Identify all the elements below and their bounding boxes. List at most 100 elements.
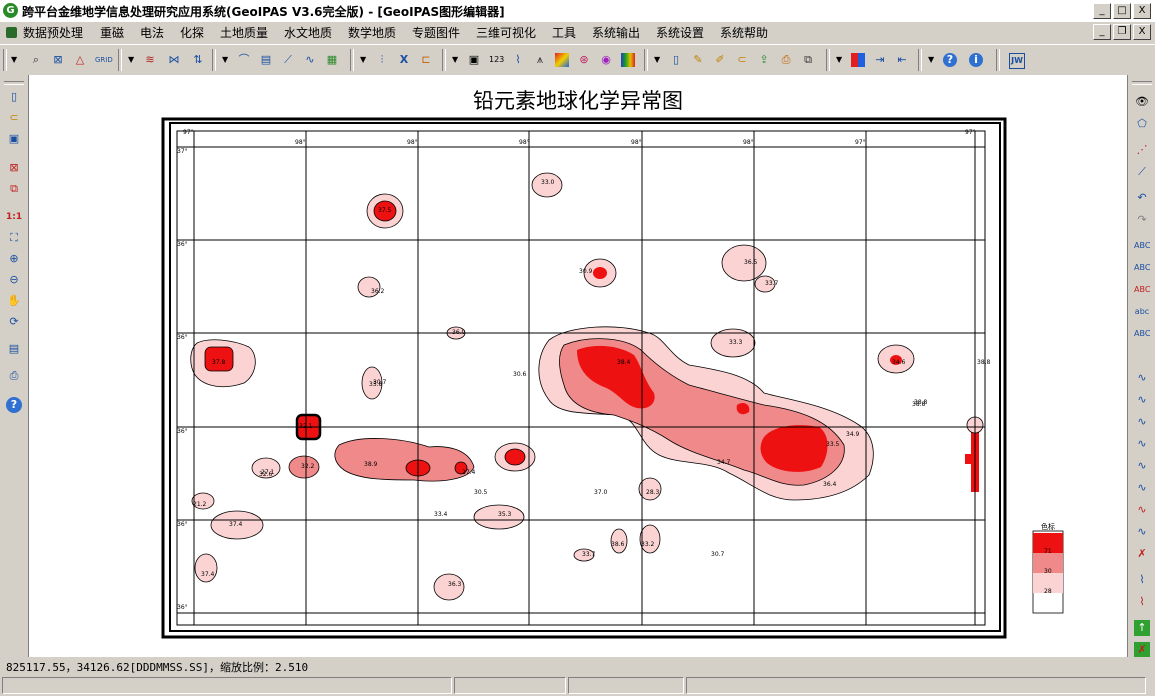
map-canvas[interactable]: 铅元素地球化学异常图 97° 98° 98° 98° 98° 98° 97° 9… [29, 75, 1127, 657]
surface-icon[interactable]: ▤ [256, 50, 276, 70]
grid-search-icon[interactable]: ⊠ [48, 50, 68, 70]
redo-icon[interactable]: ↷ [1133, 211, 1151, 229]
add-text-icon[interactable]: ABC [1133, 237, 1151, 255]
export-file-icon[interactable]: ⇤ [892, 50, 912, 70]
frame-icon[interactable]: ▣ [464, 50, 484, 70]
color-icon[interactable] [552, 50, 572, 70]
zoom-extent-icon[interactable]: ⛶ [5, 229, 23, 247]
minimize-button[interactable]: _ [1093, 3, 1111, 19]
mdi-restore-button[interactable]: ❐ [1113, 24, 1131, 40]
menu-electrical[interactable]: 电法 [140, 24, 164, 41]
menu-hydrogeology[interactable]: 水文地质 [284, 24, 332, 41]
curve-reverse-icon[interactable]: ∿ [1133, 523, 1151, 541]
palette-icon[interactable] [618, 50, 638, 70]
triangle-icon[interactable]: △ [70, 50, 90, 70]
fault-icon[interactable]: ⟋ [278, 50, 298, 70]
eye-icon[interactable]: 👁 [1133, 93, 1151, 111]
delete-text-icon[interactable]: ABC [1133, 281, 1151, 299]
number-icon[interactable]: 123 [486, 50, 506, 70]
line-edit-icon[interactable]: ⟋ [1133, 163, 1151, 181]
wave-icon[interactable]: ≋ [140, 50, 160, 70]
sphere-icon[interactable]: ◉ [596, 50, 616, 70]
curve-add-icon[interactable]: ∿ [1133, 369, 1151, 387]
layers-icon[interactable]: ▤ [5, 340, 23, 358]
region-delete-icon[interactable]: ⌇ [1133, 593, 1151, 611]
save-icon[interactable]: ▣ [5, 130, 23, 148]
menu-land-quality[interactable]: 土地质量 [220, 24, 268, 41]
anomaly-icon[interactable]: ⩚ [530, 50, 550, 70]
maximize-button[interactable]: □ [1113, 3, 1131, 19]
menu-tools[interactable]: 工具 [552, 24, 576, 41]
print-icon[interactable]: ⎙ [5, 367, 23, 385]
undo-icon[interactable]: ↶ [1133, 189, 1151, 207]
chevron-down-icon[interactable]: ▼ [836, 55, 842, 64]
contour-icon[interactable]: ⌕ [26, 50, 46, 70]
menu-gravity-magnetic[interactable]: 重磁 [100, 24, 124, 41]
table-icon[interactable]: ⊏ [416, 50, 436, 70]
menu-geochem[interactable]: 化探 [180, 24, 204, 41]
curve-delete-icon[interactable]: ∿ [1133, 501, 1151, 519]
chevron-down-icon[interactable]: ▼ [654, 55, 660, 64]
chevron-down-icon[interactable]: ▼ [360, 55, 366, 64]
blob-icon[interactable]: ⊛ [574, 50, 594, 70]
curve-smooth-icon[interactable]: ∿ [1133, 479, 1151, 497]
delete-layer-icon[interactable]: ⊠ [5, 159, 23, 177]
polygon-icon[interactable]: ⬠ [1133, 115, 1151, 133]
menu-settings[interactable]: 系统设置 [656, 24, 704, 41]
menu-data-preprocess[interactable]: 数据预处理 [6, 24, 83, 41]
curve-split-icon[interactable]: ∿ [1133, 435, 1151, 453]
filter-icon[interactable]: ⋈ [164, 50, 184, 70]
curve-icon[interactable]: ⌇ [508, 50, 528, 70]
zoom-in-icon[interactable]: ⊕ [5, 250, 23, 268]
legend-icon[interactable] [848, 50, 868, 70]
profile-icon[interactable]: ⌒ [234, 50, 254, 70]
map-icon[interactable]: ▦ [322, 50, 342, 70]
menu-output[interactable]: 系统输出 [592, 24, 640, 41]
curve-copy-icon[interactable]: ∿ [1133, 413, 1151, 431]
point-add-icon[interactable]: ↑ [1133, 619, 1151, 637]
rotate-text-icon[interactable]: ABC [1133, 325, 1151, 343]
chevron-down-icon[interactable]: ▼ [928, 55, 934, 64]
mdi-close-button[interactable]: X [1133, 24, 1151, 40]
copy-icon[interactable]: ⧉ [798, 50, 818, 70]
import-icon[interactable]: ⇥ [870, 50, 890, 70]
formula-icon[interactable]: ⫶ [372, 50, 392, 70]
help-icon[interactable]: ? [940, 50, 960, 70]
zoom-out-icon[interactable]: ⊖ [5, 271, 23, 289]
calc-icon[interactable]: ▯ [666, 50, 686, 70]
chevron-down-icon[interactable]: ▼ [452, 55, 458, 64]
new-file-icon[interactable]: ▯ [5, 88, 23, 106]
edit-icon[interactable]: ✐ [710, 50, 730, 70]
sigma-icon[interactable]: X [394, 50, 414, 70]
info-icon[interactable]: i [966, 50, 986, 70]
menu-3d-visual[interactable]: 三维可视化 [476, 24, 536, 41]
open-folder-icon[interactable]: ⊂ [5, 109, 23, 127]
help-icon[interactable]: ? [5, 396, 23, 414]
close-button[interactable]: X [1133, 3, 1151, 19]
print-icon[interactable]: ⎙ [776, 50, 796, 70]
pen-icon[interactable]: ✎ [688, 50, 708, 70]
region-add-icon[interactable]: ⌇ [1133, 571, 1151, 589]
jw-icon[interactable]: JW [1006, 50, 1026, 70]
menu-math-geology[interactable]: 数学地质 [348, 24, 396, 41]
curve-join-icon[interactable]: ∿ [1133, 457, 1151, 475]
curve-clear-icon[interactable]: ✗ [1133, 545, 1151, 563]
menu-thematic-maps[interactable]: 专题图件 [412, 24, 460, 41]
export-icon[interactable]: ⇪ [754, 50, 774, 70]
sort-icon[interactable]: ⇅ [188, 50, 208, 70]
delete-all-icon[interactable]: ⧉ [5, 180, 23, 198]
open-icon[interactable]: ⊂ [732, 50, 752, 70]
curve-move-icon[interactable]: ∿ [1133, 391, 1151, 409]
mdi-minimize-button[interactable]: _ [1093, 24, 1111, 40]
chevron-down-icon[interactable]: ▼ [222, 55, 228, 64]
chevron-down-icon[interactable]: ▼ [128, 55, 134, 64]
menu-help[interactable]: 系统帮助 [720, 24, 768, 41]
hist-icon[interactable]: ∿ [300, 50, 320, 70]
zoom-1to1-icon[interactable]: 1:1 [5, 208, 23, 226]
refresh-icon[interactable]: ⟳ [5, 313, 23, 331]
chevron-down-icon[interactable]: ▼ [11, 55, 17, 64]
move-text-icon[interactable]: abc [1133, 303, 1151, 321]
edit-text-icon[interactable]: ABC [1133, 259, 1151, 277]
pan-hand-icon[interactable]: ✋ [5, 292, 23, 310]
node-edit-icon[interactable]: ⋰ [1133, 141, 1151, 159]
